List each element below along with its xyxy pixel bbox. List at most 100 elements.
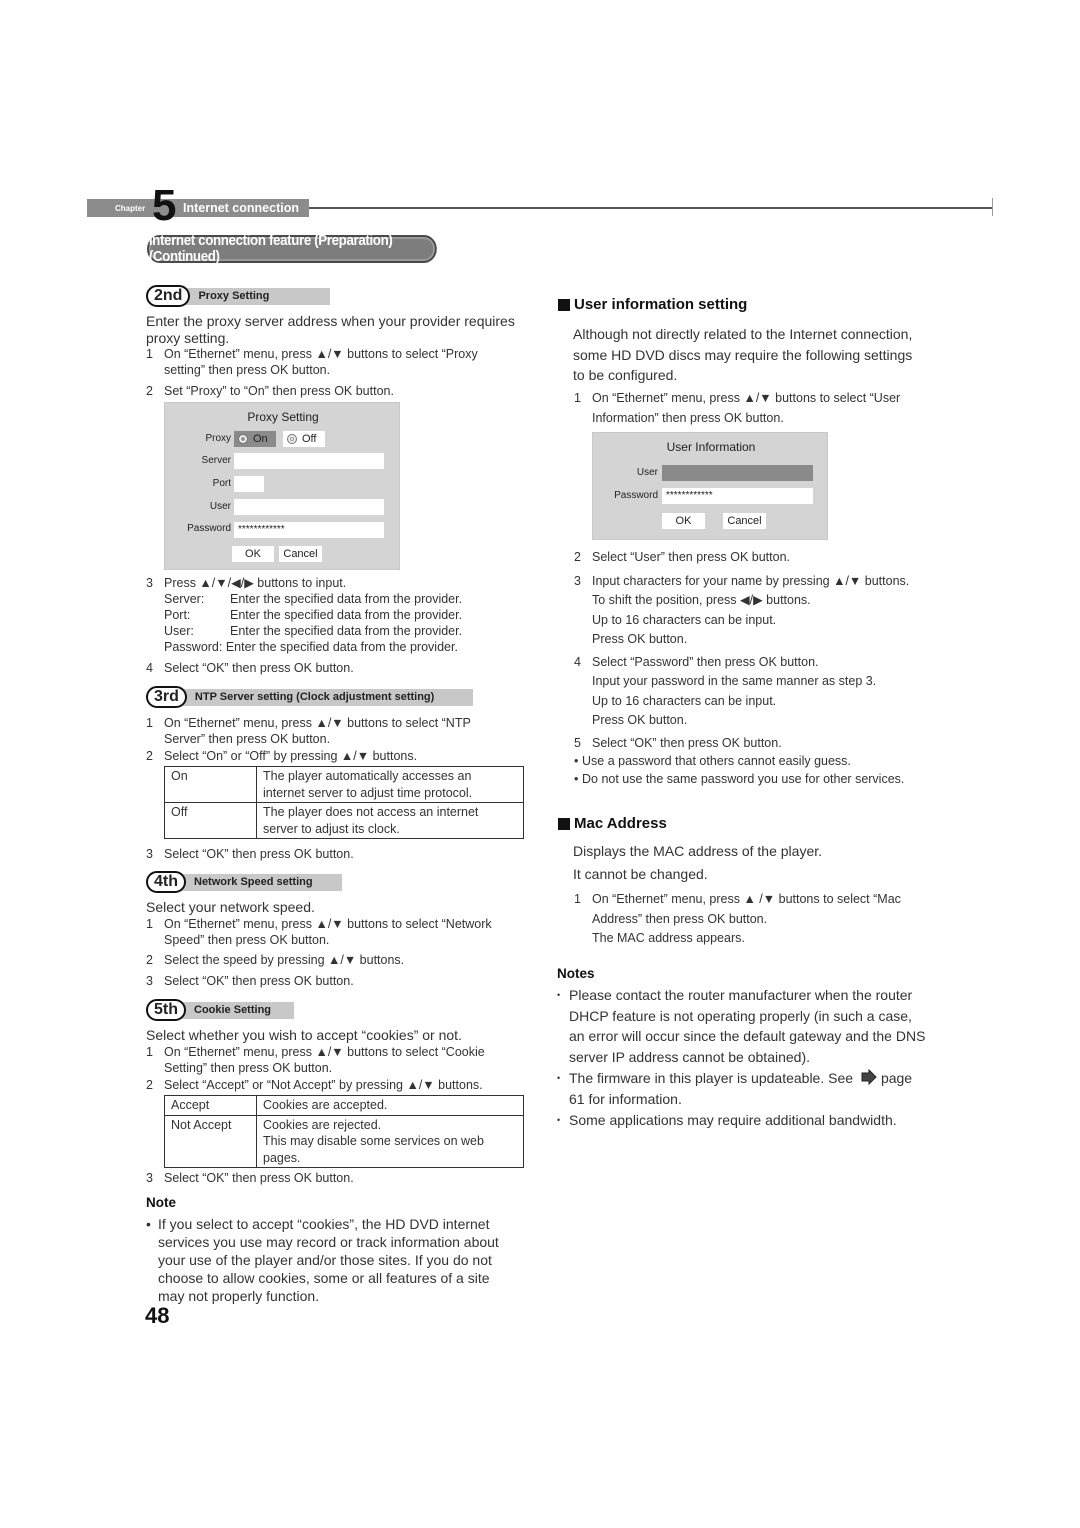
step-title: Network Speed setting xyxy=(182,873,342,891)
speed-step-1-cont: Speed” then press OK button. xyxy=(164,933,330,947)
user-field[interactable] xyxy=(234,499,384,515)
ntp-step-2: 2 Select “On” or “Off” by pressing ▲/▼ bu… xyxy=(146,749,418,763)
password-label: Password xyxy=(614,490,658,501)
cookie-step-2: 2 Select “Accept” or “Not Accept” by pres… xyxy=(146,1078,483,1092)
note-bullet: • If you select to accept “cookies”, the … xyxy=(146,1216,499,1304)
table-row: Accept Cookies are accepted. xyxy=(164,1095,524,1116)
user-info-step-3: 3 Input characters for your name by press… xyxy=(574,574,910,646)
port-label: Port xyxy=(212,478,231,489)
ntp-step-1-cont: Server” then press OK button. xyxy=(164,732,331,746)
cancel-button[interactable]: Cancel xyxy=(279,546,322,562)
user-info-heading: User information setting xyxy=(558,296,747,313)
user-info-step-4: 4 Select “Password” then press OK button.… xyxy=(574,655,877,727)
user-info-step-5: 5 Select “OK” then press OK button. xyxy=(574,736,782,750)
user-info-step-2: 2 Select “User” then press OK button. xyxy=(574,550,791,564)
square-bullet-icon xyxy=(558,817,570,830)
mac-intro-2: It cannot be changed. xyxy=(573,866,708,882)
user-label: User xyxy=(636,467,658,478)
proxy-label: Proxy xyxy=(205,433,231,444)
step-title: Cookie Setting xyxy=(182,1001,294,1019)
notes-label: Notes xyxy=(557,966,595,981)
step-badge: 3rd xyxy=(146,686,187,708)
proxy-on-radio[interactable]: On xyxy=(234,431,276,447)
option-desc: Cookies are accepted. xyxy=(256,1095,524,1116)
mac-step-1: 1 On “Ethernet” menu, press ▲ /▼ buttons … xyxy=(574,892,901,945)
chapter-title: Internet connection xyxy=(183,201,299,215)
option-name: Off xyxy=(164,802,257,839)
proxy-help-password: Password: Enter the specified data from … xyxy=(164,640,458,654)
step-header-ntp: 3rd NTP Server setting (Clock adjustment… xyxy=(146,686,473,708)
cookie-intro: Select whether you wish to accept “cooki… xyxy=(146,1027,462,1043)
speed-step-3: 3 Select “OK” then press OK button. xyxy=(146,974,354,988)
proxy-step-2: 2 Set “Proxy” to “On” then press OK butto… xyxy=(146,384,394,398)
step-header-proxy: 2nd Proxy Setting xyxy=(146,285,331,307)
proxy-intro: Enter the proxy server address when your… xyxy=(146,313,515,346)
step-title: NTP Server setting (Clock adjustment set… xyxy=(182,688,473,706)
user-info-intro: Although not directly related to the Int… xyxy=(573,326,913,383)
page-reference-arrow-icon xyxy=(861,1068,877,1086)
option-desc: The player automatically accesses an inte… xyxy=(256,766,524,803)
step-header-cookie: 5th Cookie Setting xyxy=(146,999,294,1021)
ok-button[interactable]: OK xyxy=(232,546,274,562)
chapter-label: Chapter xyxy=(115,204,146,213)
step-badge: 4th xyxy=(146,871,186,893)
dialog-title: Proxy Setting xyxy=(247,410,319,424)
option-name: On xyxy=(164,766,257,803)
server-field[interactable] xyxy=(234,453,384,469)
table-row: Off The player does not access an intern… xyxy=(164,802,524,839)
option-desc: Cookies are rejected. This may disable so… xyxy=(256,1114,524,1168)
cookie-step-3: 3 Select “OK” then press OK button. xyxy=(146,1171,354,1185)
proxy-setting-dialog: Proxy Setting Proxy On Off Server Port U… xyxy=(164,402,400,570)
cookie-options-table: Accept Cookies are accepted. Not Accept … xyxy=(164,1095,524,1168)
header-rule-end xyxy=(992,198,993,216)
option-name: Not Accept xyxy=(164,1114,257,1168)
notes-item: • Please contact the router manufacturer … xyxy=(557,987,926,1065)
ok-button[interactable]: OK xyxy=(662,513,705,529)
password-field[interactable]: ************ xyxy=(234,522,384,538)
chapter-number: 5 xyxy=(152,181,177,230)
proxy-step-3: 3 Press ▲/▼/◀/▶ buttons to input. xyxy=(146,576,347,590)
table-row: On The player automatically accesses an i… xyxy=(164,766,524,803)
proxy-help-server: Server: Enter the specified data from the… xyxy=(164,592,463,606)
section-title: Internet connection feature (Preparation… xyxy=(147,233,437,265)
dialog-title: User Information xyxy=(666,440,756,454)
note-label: Note xyxy=(146,1195,176,1210)
server-label: Server xyxy=(201,455,231,466)
cookie-step-1-cont: Setting” then press OK button. xyxy=(164,1061,333,1075)
radio-icon xyxy=(287,434,297,444)
page-number: 48 xyxy=(145,1303,170,1328)
speed-step-1: 1 On “Ethernet” menu, press ▲/▼ buttons t… xyxy=(146,917,492,931)
proxy-off-radio[interactable]: Off xyxy=(283,431,325,447)
option-desc: The player does not access an internet se… xyxy=(256,802,524,839)
user-field[interactable] xyxy=(662,465,813,481)
step-badge: 2nd xyxy=(146,285,191,307)
ntp-options-table: On The player automatically accesses an i… xyxy=(164,766,524,839)
step-title: Proxy Setting xyxy=(186,287,331,305)
proxy-step-1-cont: setting” then press OK button. xyxy=(164,363,331,377)
password-field[interactable]: ************ xyxy=(662,488,813,504)
step-badge: 5th xyxy=(146,999,186,1021)
ntp-step-3: 3 Select “OK” then press OK button. xyxy=(146,847,354,861)
ntp-step-1: 1 On “Ethernet” menu, press ▲/▼ buttons t… xyxy=(146,716,471,730)
proxy-step-1: 1 On “Ethernet” menu, press ▲/▼ buttons t… xyxy=(146,347,478,361)
mac-intro-1: Displays the MAC address of the player. xyxy=(573,843,823,859)
table-row: Not Accept Cookies are rejected. This may… xyxy=(164,1114,524,1168)
mac-address-heading: Mac Address xyxy=(558,815,667,832)
user-info-step-1: 1 On “Ethernet” menu, press ▲/▼ buttons t… xyxy=(574,391,901,425)
square-bullet-icon xyxy=(558,298,570,311)
proxy-help-user: User: Enter the specified data from the p… xyxy=(164,624,463,638)
user-label: User xyxy=(209,501,231,512)
notes-item: • The firmware in this player is updateab… xyxy=(557,1068,913,1107)
notes-item: • Some applications may require additiona… xyxy=(557,1112,897,1128)
speed-step-2: 2 Select the speed by pressing ▲/▼ button… xyxy=(146,953,405,967)
header-rule xyxy=(309,207,993,209)
cancel-button[interactable]: Cancel xyxy=(723,513,766,529)
radio-icon xyxy=(238,434,248,444)
speed-intro: Select your network speed. xyxy=(146,899,315,915)
proxy-help-port: Port: Enter the specified data from the p… xyxy=(164,608,463,622)
user-info-bullets: • Use a password that others cannot easil… xyxy=(574,754,905,786)
option-name: Accept xyxy=(164,1095,257,1116)
cookie-step-1: 1 On “Ethernet” menu, press ▲/▼ buttons t… xyxy=(146,1045,485,1059)
password-label: Password xyxy=(187,523,231,534)
port-field[interactable] xyxy=(234,476,264,492)
